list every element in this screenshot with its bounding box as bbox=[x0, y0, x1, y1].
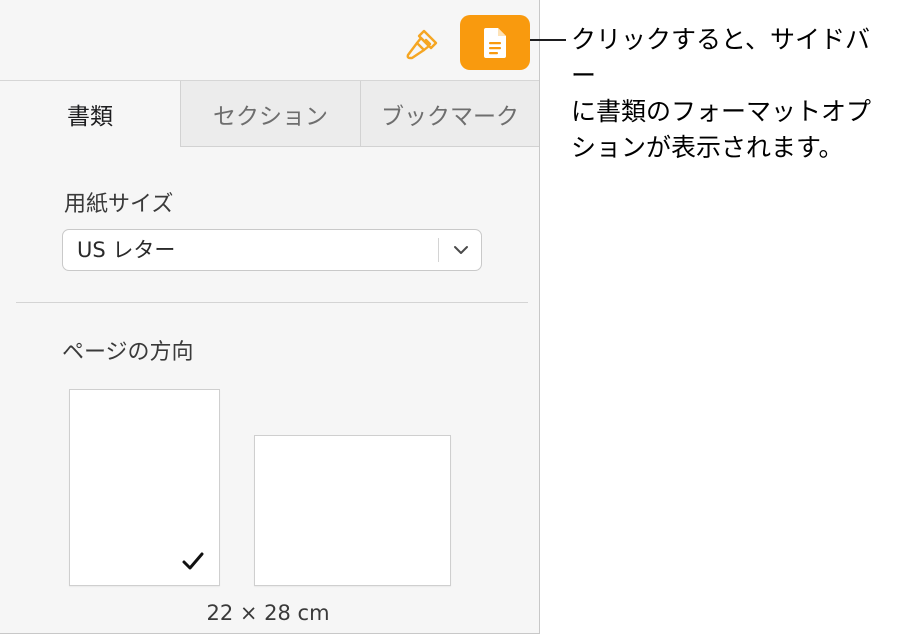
tab-document[interactable]: 書類 bbox=[0, 81, 180, 147]
landscape-orientation-option[interactable] bbox=[254, 435, 451, 586]
page-size-text: 22 × 28 cm bbox=[206, 601, 330, 625]
select-separator bbox=[438, 238, 439, 262]
document-icon bbox=[484, 27, 506, 58]
section-divider bbox=[16, 302, 528, 303]
paper-size-label: 用紙サイズ bbox=[64, 192, 174, 217]
paper-size-value: US レター bbox=[77, 238, 176, 262]
document-sidebar: 書類 セクション ブックマーク 用紙サイズ US レター ページの方向 22 ×… bbox=[0, 0, 540, 634]
orientation-label: ページの方向 bbox=[62, 340, 194, 365]
portrait-orientation-option[interactable] bbox=[69, 389, 220, 586]
format-button[interactable] bbox=[400, 22, 444, 68]
sidebar-toolbar bbox=[0, 0, 539, 81]
checkmark-icon bbox=[182, 552, 204, 570]
chevron-down-icon bbox=[454, 246, 468, 254]
document-button[interactable] bbox=[460, 15, 530, 70]
callout-line bbox=[530, 39, 566, 41]
tab-bookmarks[interactable]: ブックマーク bbox=[360, 81, 539, 147]
tab-bookmarks-label: ブックマーク bbox=[381, 103, 519, 130]
sidebar-tabs: 書類 セクション ブックマーク bbox=[0, 81, 539, 147]
paper-size-select[interactable]: US レター bbox=[62, 229, 482, 271]
tab-section[interactable]: セクション bbox=[180, 81, 360, 147]
callout-text: クリックすると、サイドバー に書類のフォーマットオプ ションが表示されます。 bbox=[571, 25, 872, 162]
tab-document-label: 書類 bbox=[67, 104, 113, 130]
paintbrush-icon bbox=[406, 29, 438, 60]
tab-section-label: セクション bbox=[213, 103, 328, 130]
